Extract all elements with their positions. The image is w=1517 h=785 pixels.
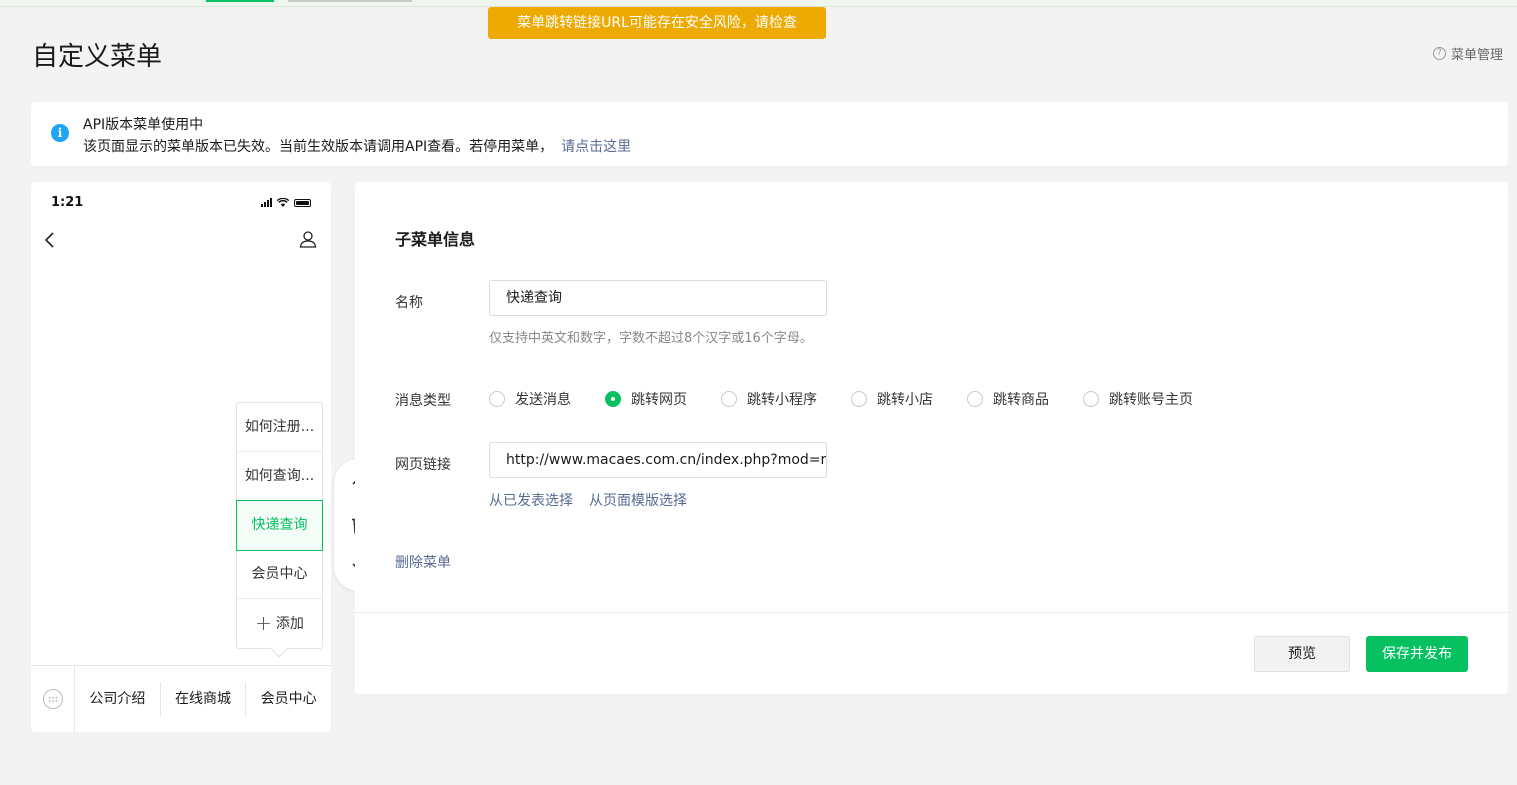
submenu-item-active[interactable]: 快递查询 bbox=[236, 500, 323, 551]
select-template-link[interactable]: 从页面模版选择 bbox=[589, 493, 687, 509]
notice-description: 该页面显示的菜单版本已失效。当前生效版本请调用API查看。若停用菜单， 请点击这里 bbox=[83, 136, 631, 156]
radio-circle-icon bbox=[721, 391, 737, 407]
api-notice-banner: i API版本菜单使用中 该页面显示的菜单版本已失效。当前生效版本请调用API查… bbox=[31, 102, 1508, 166]
radio-label: 跳转小程序 bbox=[747, 392, 817, 408]
menu-item-shop[interactable]: 在线商城 bbox=[161, 681, 247, 717]
url-input[interactable]: http://www.macaes.com.cn/index.php?mod=r bbox=[489, 442, 827, 478]
url-label: 网页链接 bbox=[395, 457, 451, 473]
add-label: 添加 bbox=[275, 616, 304, 632]
submenu-item[interactable]: 如何注册... bbox=[237, 403, 322, 452]
radio-label: 发送消息 bbox=[515, 392, 571, 408]
type-label: 消息类型 bbox=[395, 393, 451, 409]
menu-item-member[interactable]: 会员中心 bbox=[246, 682, 331, 717]
radio-jump-webpage[interactable]: 跳转网页 bbox=[605, 389, 687, 409]
radio-circle-icon bbox=[851, 391, 867, 407]
submenu-item[interactable]: 会员中心 bbox=[237, 550, 322, 599]
plus-icon: + bbox=[255, 611, 272, 635]
status-time: 1:21 bbox=[51, 195, 84, 210]
name-hint: 仅支持中英文和数字，字数不超过8个汉字或16个字母。 bbox=[489, 331, 813, 346]
keyboard-toggle[interactable] bbox=[31, 665, 75, 732]
question-circle-icon: ? bbox=[1432, 47, 1446, 60]
radio-jump-product[interactable]: 跳转商品 bbox=[967, 389, 1049, 409]
preview-button[interactable]: 预览 bbox=[1254, 636, 1350, 672]
info-icon: i bbox=[51, 124, 69, 142]
notice-title: API版本菜单使用中 bbox=[83, 117, 204, 133]
radio-label: 跳转网页 bbox=[631, 392, 687, 408]
page-title: 自定义菜单 bbox=[32, 42, 163, 72]
phone-menu-bar: 公司介绍 在线商城 会员中心 bbox=[31, 665, 331, 732]
delete-menu-link[interactable]: 删除菜单 bbox=[395, 552, 451, 572]
name-label: 名称 bbox=[395, 295, 423, 311]
disable-menu-link[interactable]: 请点击这里 bbox=[561, 139, 631, 155]
top-tab-inactive[interactable] bbox=[288, 0, 412, 2]
status-icons bbox=[261, 198, 311, 207]
radio-jump-shop[interactable]: 跳转小店 bbox=[851, 389, 933, 409]
menu-management-label: 菜单管理 bbox=[1450, 48, 1503, 63]
menu-item-company[interactable]: 公司介绍 bbox=[75, 681, 161, 717]
url-source-links: 从已发表选择 从页面模版选择 bbox=[489, 490, 703, 510]
signal-icon bbox=[261, 198, 272, 207]
submenu-editor-panel: 子菜单信息 名称 快递查询 仅支持中英文和数字，字数不超过8个汉字或16个字母。… bbox=[355, 182, 1508, 694]
top-tab-strip bbox=[0, 0, 1517, 7]
name-input[interactable]: 快递查询 bbox=[489, 280, 827, 316]
user-icon[interactable] bbox=[299, 230, 317, 248]
radio-jump-account-home[interactable]: 跳转账号主页 bbox=[1083, 389, 1193, 409]
radio-label: 跳转小店 bbox=[877, 392, 933, 408]
save-publish-button[interactable]: 保存并发布 bbox=[1366, 636, 1468, 672]
radio-label: 跳转商品 bbox=[993, 392, 1049, 408]
message-type-group: 发送消息 跳转网页 跳转小程序 跳转小店 跳转商品 跳转账号主页 bbox=[489, 389, 1227, 409]
radio-send-message[interactable]: 发送消息 bbox=[489, 389, 571, 409]
radio-circle-icon bbox=[1083, 391, 1099, 407]
footer-divider bbox=[355, 612, 1508, 613]
radio-label: 跳转账号主页 bbox=[1109, 392, 1193, 408]
back-chevron-icon[interactable] bbox=[44, 232, 56, 248]
submenu-popup: 如何注册... 如何查询... 快递查询 会员中心 + 添加 bbox=[236, 402, 323, 658]
battery-icon bbox=[294, 199, 311, 207]
radio-circle-icon bbox=[489, 391, 505, 407]
radio-checked-icon bbox=[605, 391, 621, 407]
radio-jump-miniprogram[interactable]: 跳转小程序 bbox=[721, 389, 817, 409]
top-tab-active[interactable] bbox=[206, 0, 274, 2]
warning-toast: 菜单跳转链接URL可能存在安全风险，请检查 bbox=[488, 7, 826, 39]
phone-preview: 1:21 如何注册... 如何查询... 快递查询 会员中心 + 添加 公司介绍 … bbox=[31, 182, 331, 732]
wifi-icon bbox=[277, 198, 289, 207]
keyboard-icon bbox=[42, 689, 63, 709]
notice-desc-text: 该页面显示的菜单版本已失效。当前生效版本请调用API查看。若停用菜单， bbox=[83, 139, 554, 155]
submenu-item[interactable]: 如何查询... bbox=[237, 452, 322, 501]
radio-circle-icon bbox=[967, 391, 983, 407]
select-published-link[interactable]: 从已发表选择 bbox=[489, 493, 573, 509]
section-title: 子菜单信息 bbox=[395, 230, 476, 249]
menu-management-link[interactable]: ? 菜单管理 bbox=[1432, 44, 1503, 63]
